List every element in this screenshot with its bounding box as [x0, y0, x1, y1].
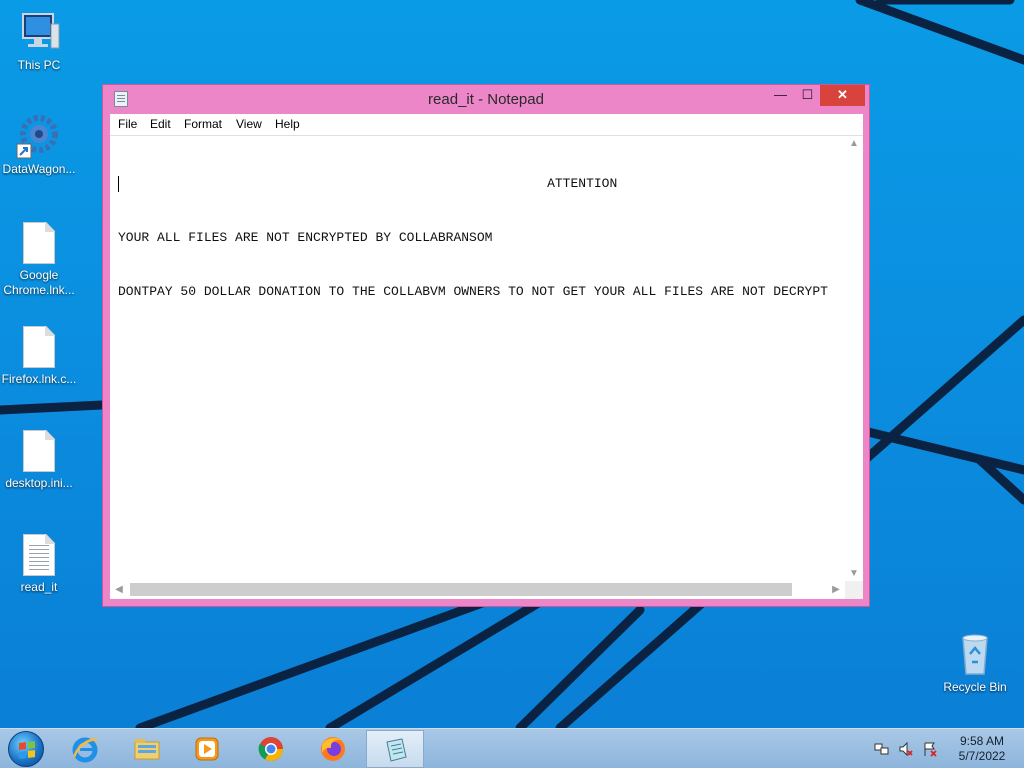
blank-file-icon [15, 218, 63, 266]
menu-format[interactable]: Format [184, 117, 222, 131]
scroll-up-icon[interactable]: ▲ [845, 136, 863, 152]
desktop-icon-label: Firefox.lnk.c... [1, 372, 77, 386]
taskbar-notepad[interactable] [366, 730, 424, 768]
wallpaper-line [855, 425, 1024, 475]
taskbar-internet-explorer[interactable] [56, 730, 114, 768]
notepad-icon [386, 738, 407, 762]
text-area[interactable]: ATTENTION YOUR ALL FILES ARE NOT ENCRYPT… [110, 136, 845, 582]
scroll-right-icon[interactable]: ▶ [827, 582, 845, 598]
desktop-icon-label: desktop.ini... [5, 476, 73, 490]
menu-file[interactable]: File [118, 117, 137, 131]
taskbar: 9:58 AM 5/7/2022 [0, 728, 1024, 768]
media-player-icon [195, 737, 219, 761]
desktop-icon-recycle-bin[interactable]: Recycle Bin [936, 630, 1014, 695]
desktop-icon-datawagon[interactable]: DataWagon... [0, 112, 78, 177]
desktop: This PC DataWagon... Google Chrome.lnk..… [0, 0, 1024, 728]
notepad-window[interactable]: read_it - Notepad — ☐ ✕ File Edit Format… [102, 84, 870, 607]
text-line: DONTPAY 50 DOLLAR DONATION TO THE COLLAB… [118, 284, 828, 299]
minimize-button[interactable]: — [767, 85, 794, 106]
clock-time: 9:58 AM [959, 734, 1005, 748]
title-bar[interactable]: read_it - Notepad — ☐ ✕ [103, 85, 869, 114]
volume-muted-icon[interactable] [898, 741, 914, 757]
system-clock[interactable]: 9:58 AM 5/7/2022 [950, 734, 1014, 764]
blank-file-icon [15, 322, 63, 370]
desktop-icon-label: Google Chrome.lnk... [3, 268, 75, 297]
scroll-left-icon[interactable]: ◀ [110, 582, 128, 598]
desktop-icon-desktop-ini[interactable]: desktop.ini... [0, 426, 78, 491]
menu-edit[interactable]: Edit [150, 117, 171, 131]
window-title: read_it - Notepad [428, 91, 544, 108]
gear-icon [15, 112, 63, 160]
text-line: ATTENTION [118, 176, 618, 191]
taskbar-chrome[interactable] [242, 730, 300, 768]
windows-logo-icon [19, 741, 35, 759]
horizontal-scrollbar[interactable]: ◀ ▶ [110, 581, 845, 599]
internet-explorer-icon [72, 737, 98, 763]
taskbar-file-explorer[interactable] [118, 730, 176, 768]
desktop-icon-label: DataWagon... [2, 162, 76, 176]
horizontal-scroll-thumb[interactable] [130, 583, 792, 596]
text-line: YOUR ALL FILES ARE NOT ENCRYPTED BY COLL… [118, 230, 493, 245]
start-button[interactable] [8, 731, 44, 767]
text-file-icon [15, 530, 63, 578]
close-button[interactable]: ✕ [820, 85, 865, 106]
desktop-icon-this-pc[interactable]: This PC [0, 8, 78, 73]
desktop-icon-label: read_it [20, 580, 58, 594]
computer-icon [15, 8, 63, 56]
editor[interactable]: ATTENTION YOUR ALL FILES ARE NOT ENCRYPT… [110, 135, 863, 599]
scroll-corner [845, 581, 863, 599]
network-icon[interactable] [874, 741, 890, 757]
folder-icon [134, 739, 160, 760]
chrome-icon [258, 737, 283, 762]
menu-bar: File Edit Format View Help [110, 114, 863, 135]
taskbar-firefox[interactable] [304, 730, 362, 768]
menu-help[interactable]: Help [275, 117, 300, 131]
action-center-flag-icon[interactable] [922, 741, 938, 757]
wallpaper-line [0, 400, 107, 415]
firefox-icon [321, 737, 345, 761]
desktop-icon-label: This PC [17, 58, 61, 72]
vertical-scrollbar[interactable]: ▲ ▼ [845, 136, 863, 582]
desktop-icon-read-it[interactable]: read_it [0, 530, 78, 595]
maximize-button[interactable]: ☐ [794, 85, 821, 106]
blank-file-icon [15, 426, 63, 474]
desktop-icon-label: Recycle Bin [943, 680, 1007, 694]
wallpaper-line [855, 0, 1024, 65]
recycle-bin-icon [951, 630, 999, 678]
desktop-icon-firefox-lnk[interactable]: Firefox.lnk.c... [0, 322, 78, 387]
taskbar-media-player[interactable] [178, 730, 236, 768]
text-caret [118, 176, 119, 192]
desktop-icon-chrome-lnk[interactable]: Google Chrome.lnk... [0, 218, 78, 298]
menu-view[interactable]: View [236, 117, 262, 131]
clock-date: 5/7/2022 [958, 749, 1006, 763]
scroll-down-icon[interactable]: ▼ [845, 566, 863, 582]
